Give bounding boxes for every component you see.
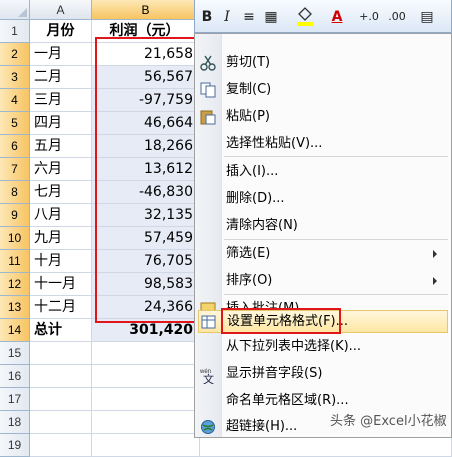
row-header[interactable]: 8 [0, 181, 30, 204]
menu-label: 插入(I)... [226, 164, 279, 179]
cell-b[interactable] [92, 342, 200, 365]
menu-label: 显示拼音字段(S) [226, 366, 323, 381]
row-header[interactable]: 13 [0, 296, 30, 319]
font-color-button[interactable]: A [327, 6, 347, 28]
cell-a[interactable]: 总计 [30, 319, 92, 342]
format-painter-button[interactable]: ▤ [417, 6, 437, 28]
submenu-arrow-icon [433, 250, 437, 258]
phonetic-icon: wén 文 [199, 366, 216, 386]
cell-a[interactable]: 五月 [30, 135, 92, 158]
scissors-icon [200, 55, 216, 71]
row-header[interactable]: 7 [0, 158, 30, 181]
cell-a[interactable] [30, 342, 92, 365]
cell-a[interactable]: 七月 [30, 181, 92, 204]
cell-a[interactable]: 一月 [30, 43, 92, 66]
globe-link-icon [200, 419, 216, 435]
svg-text:文: 文 [203, 372, 214, 384]
menu-item-cut[interactable]: 剪切(T) [195, 51, 451, 75]
column-header-b[interactable]: B [92, 0, 200, 20]
mini-toolbar: B I ≡ ▦ A +.0 .00 ▤ [194, 0, 452, 33]
select-all-corner[interactable] [0, 0, 30, 20]
menu-label: 清除内容(N) [226, 218, 298, 233]
cell-b[interactable] [92, 411, 200, 434]
menu-label: 超链接(H)... [226, 419, 298, 434]
menu-label: 命名单元格区域(R)... [226, 393, 349, 408]
cell-a[interactable]: 四月 [30, 112, 92, 135]
fill-color-icon[interactable] [295, 6, 315, 28]
row-header[interactable]: 2 [0, 43, 30, 66]
row-header[interactable]: 9 [0, 204, 30, 227]
border-button[interactable]: ▦ [261, 6, 281, 28]
context-menu: 剪切(T) 复制(C) 粘贴(P) 选择性粘贴(V)... 插入(I)... 删… [194, 33, 452, 438]
copy-icon [200, 82, 216, 98]
menu-label: 选择性粘贴(V)... [226, 136, 323, 151]
row-header[interactable]: 19 [0, 434, 30, 457]
cell-a[interactable]: 十一月 [30, 273, 92, 296]
cell-a[interactable]: 九月 [30, 227, 92, 250]
cell-a[interactable] [30, 434, 92, 457]
menu-item-phonetic[interactable]: wén 文 显示拼音字段(S) [195, 362, 451, 386]
row-header[interactable]: 1 [0, 20, 30, 43]
column-header-a[interactable]: A [30, 0, 92, 20]
cell-a[interactable]: 十月 [30, 250, 92, 273]
menu-item-delete[interactable]: 删除(D)... [195, 187, 451, 211]
paste-icon [200, 109, 216, 125]
cell-a[interactable]: 三月 [30, 89, 92, 112]
menu-label: 从下拉列表中选择(K)... [226, 339, 362, 354]
row-header[interactable]: 18 [0, 411, 30, 434]
cell-a[interactable]: 六月 [30, 158, 92, 181]
row-header[interactable]: 17 [0, 388, 30, 411]
menu-item-paste-special[interactable]: 选择性粘贴(V)... [195, 132, 451, 156]
menu-label: 剪切(T) [226, 55, 271, 70]
row-header[interactable]: 15 [0, 342, 30, 365]
format-cells-icon [201, 314, 217, 330]
menu-label: 排序(O) [226, 273, 273, 288]
menu-label: 复制(C) [226, 82, 272, 97]
row-header[interactable]: 3 [0, 66, 30, 89]
format-cells-red-highlight [221, 308, 341, 334]
watermark-text: 头条 @Excel小花椒 [330, 414, 447, 429]
menu-label: 粘贴(P) [226, 109, 270, 124]
submenu-arrow-icon [433, 277, 437, 285]
row-header[interactable]: 10 [0, 227, 30, 250]
cell-a[interactable] [30, 388, 92, 411]
row-header[interactable]: 12 [0, 273, 30, 296]
increase-decimal-button[interactable]: +.0 [359, 6, 379, 28]
selection-highlight-box [95, 37, 199, 323]
menu-item-filter[interactable]: 筛选(E) [195, 242, 451, 266]
menu-item-insert[interactable]: 插入(I)... [195, 160, 451, 184]
menu-item-paste[interactable]: 粘贴(P) [195, 105, 451, 129]
cell-a[interactable]: 八月 [30, 204, 92, 227]
menu-item-pick-from-list[interactable]: 从下拉列表中选择(K)... [195, 335, 451, 359]
decrease-decimal-button[interactable]: .00 [387, 6, 407, 28]
row-header[interactable]: 11 [0, 250, 30, 273]
row-header[interactable]: 5 [0, 112, 30, 135]
cell-a[interactable]: 十二月 [30, 296, 92, 319]
center-align-button[interactable]: ≡ [239, 6, 259, 28]
italic-button[interactable]: I [217, 6, 237, 28]
menu-item-sort[interactable]: 排序(O) [195, 269, 451, 293]
cell-a[interactable]: 月份 [30, 20, 92, 43]
row-header[interactable]: 6 [0, 135, 30, 158]
cell-b[interactable] [92, 365, 200, 388]
menu-item-copy[interactable]: 复制(C) [195, 78, 451, 102]
menu-label: 筛选(E) [226, 246, 271, 261]
cell-a[interactable] [30, 411, 92, 434]
row-header[interactable]: 14 [0, 319, 30, 342]
row-header[interactable]: 4 [0, 89, 30, 112]
menu-label: 删除(D)... [226, 191, 285, 206]
row-header[interactable]: 16 [0, 365, 30, 388]
cell-b[interactable] [92, 434, 200, 457]
bold-button[interactable]: B [197, 6, 217, 28]
cell-b[interactable] [92, 388, 200, 411]
menu-item-clear-contents[interactable]: 清除内容(N) [195, 214, 451, 238]
cell-a[interactable] [30, 365, 92, 388]
cell-a[interactable]: 二月 [30, 66, 92, 89]
